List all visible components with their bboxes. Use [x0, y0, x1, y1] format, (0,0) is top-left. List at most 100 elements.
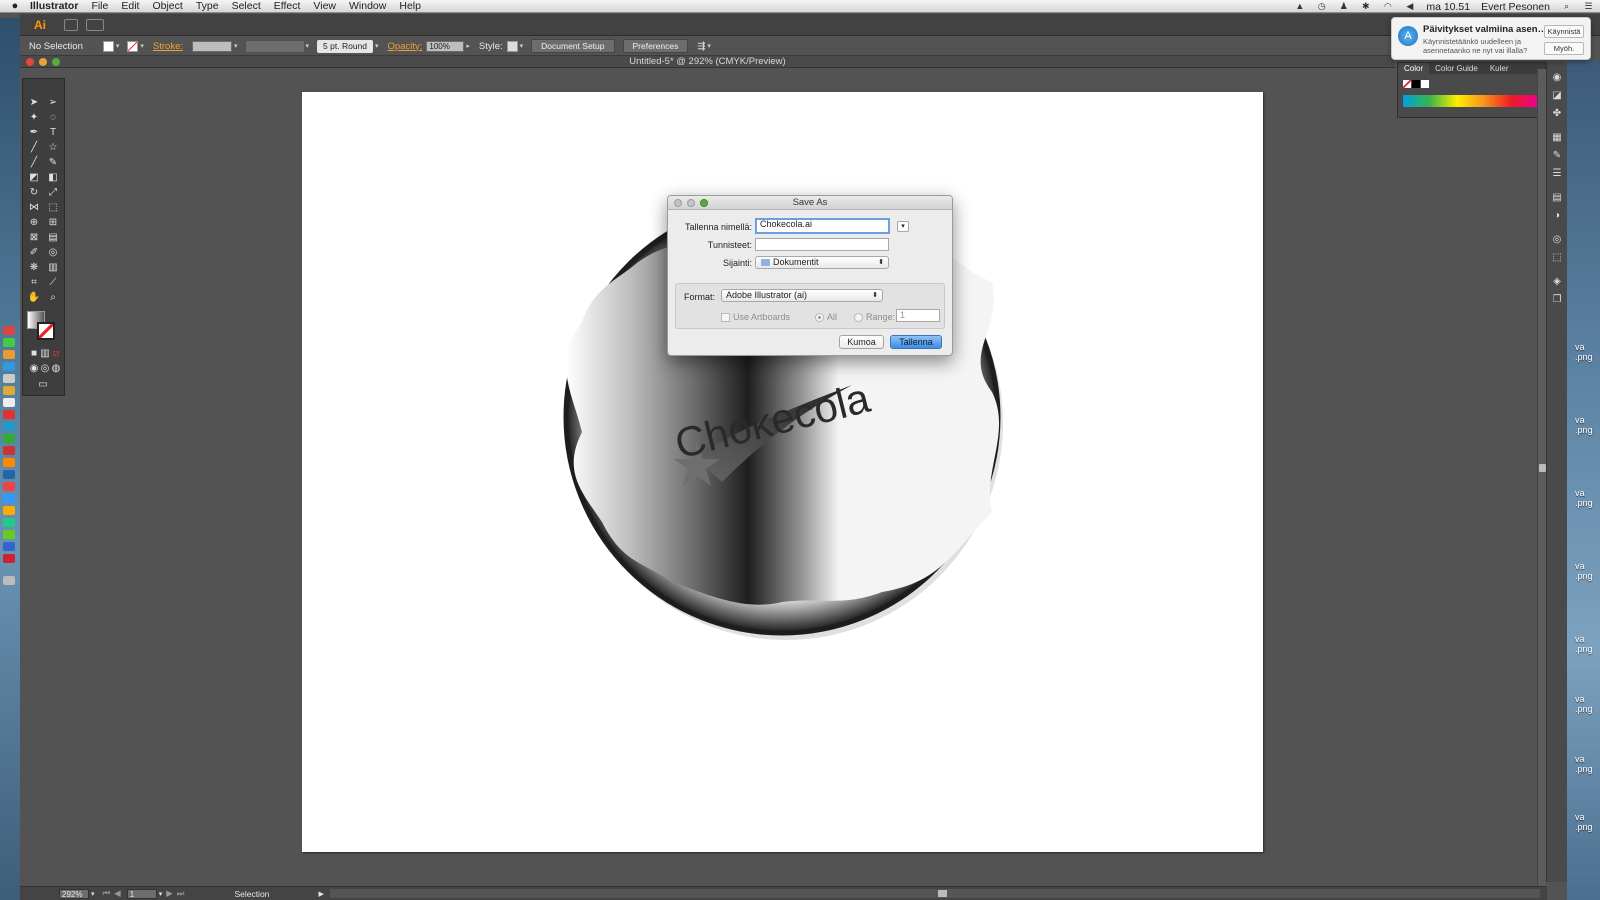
gradient-panel-icon[interactable]: ▤: [1551, 192, 1563, 203]
pen-tool-icon[interactable]: ✒: [27, 126, 41, 139]
dialog-zoom-icon[interactable]: [700, 199, 708, 207]
time-machine-icon[interactable]: ◷: [1316, 2, 1327, 11]
transform-panel-icon[interactable]: ⬚: [1551, 252, 1563, 263]
shape-builder-tool-icon[interactable]: ⊕: [27, 216, 41, 229]
desktop-file[interactable]: va .png: [1575, 415, 1600, 435]
previous-artboard-icon[interactable]: ◀: [114, 888, 121, 899]
tags-input[interactable]: [755, 238, 889, 251]
screen-mode-icon[interactable]: ▭: [36, 378, 50, 391]
format-popup[interactable]: Adobe Illustrator (ai) ⬍: [721, 289, 883, 302]
dock-app-icon[interactable]: [3, 506, 15, 515]
zoom-dropdown-icon[interactable]: ▾: [91, 890, 95, 898]
save-button[interactable]: Tallenna: [890, 335, 942, 349]
fill-dropdown-icon[interactable]: ▾: [116, 42, 120, 50]
perspective-grid-tool-icon[interactable]: ⊞: [46, 216, 60, 229]
expand-dialog-button[interactable]: ▾: [897, 221, 909, 232]
preferences-button[interactable]: Preferences: [622, 39, 689, 53]
dock-app-icon[interactable]: [3, 446, 15, 455]
status-mode[interactable]: Selection: [234, 889, 314, 899]
opacity-dropdown-icon[interactable]: ▸: [466, 42, 470, 50]
stroke-weight-field[interactable]: [192, 40, 233, 52]
menu-select[interactable]: Select: [232, 0, 261, 12]
desktop-file[interactable]: va .png: [1575, 812, 1600, 832]
pencil-tool-icon[interactable]: ✎: [46, 156, 60, 169]
notification-center-icon[interactable]: ☰: [1583, 2, 1594, 11]
tab-kuler[interactable]: Kuler: [1484, 63, 1515, 74]
brushes-panel-icon[interactable]: ✎: [1551, 150, 1563, 161]
artboard-dropdown-icon[interactable]: ▾: [159, 890, 163, 898]
close-window-icon[interactable]: [26, 58, 34, 66]
paintbrush-tool-icon[interactable]: ╱: [27, 156, 41, 169]
artboards-panel-icon[interactable]: ❐: [1551, 294, 1563, 305]
variable-width-profile[interactable]: [245, 40, 304, 52]
layers-panel-icon[interactable]: ◈: [1551, 276, 1563, 287]
bridge-button[interactable]: [64, 18, 78, 31]
dock-app-icon[interactable]: [3, 422, 15, 431]
desktop-file[interactable]: va .png: [1575, 634, 1600, 654]
menu-effect[interactable]: Effect: [274, 0, 301, 12]
dock-app-icon[interactable]: [3, 470, 15, 479]
dock-app-icon[interactable]: [3, 434, 15, 443]
desktop-file[interactable]: va .png: [1575, 342, 1600, 362]
none-swatch[interactable]: [1403, 80, 1411, 88]
symbols-panel-icon[interactable]: ✤: [1551, 108, 1563, 119]
hand-tool-icon[interactable]: ✋: [27, 291, 41, 304]
graphic-style-swatch[interactable]: [506, 40, 518, 52]
spotlight-search-icon[interactable]: ⌕: [1561, 2, 1572, 11]
stroke-weight-dropdown-icon[interactable]: ▾: [234, 42, 238, 50]
restart-button[interactable]: Käynnistä: [1544, 25, 1584, 38]
volume-icon[interactable]: ◀: [1404, 2, 1415, 11]
star-tool-icon[interactable]: ☆: [46, 141, 60, 154]
control-menu-icon[interactable]: ▾: [707, 42, 711, 50]
selection-tool-icon[interactable]: ➤: [27, 96, 41, 109]
vertical-scroll-thumb[interactable]: [1539, 464, 1546, 472]
dock-app-icon[interactable]: [3, 326, 15, 335]
dock-app-icon[interactable]: [3, 398, 15, 407]
graphic-styles-panel-icon[interactable]: ◪: [1551, 90, 1563, 101]
fill-swatch[interactable]: [102, 40, 114, 52]
location-popup[interactable]: Dokumentit ⬍: [755, 256, 889, 269]
stroke-swatch[interactable]: [127, 40, 139, 52]
save-name-input[interactable]: Chokecola.ai: [755, 218, 890, 234]
dock-app-icon[interactable]: [3, 350, 15, 359]
stroke-dropdown-icon[interactable]: ▾: [140, 42, 144, 50]
gradient-tool-icon[interactable]: ▤: [46, 231, 60, 244]
bluetooth-icon[interactable]: ✱: [1360, 2, 1371, 11]
none-mode-icon[interactable]: ⧄: [49, 347, 63, 360]
dialog-minimize-icon[interactable]: [687, 199, 695, 207]
draw-inside-icon[interactable]: ◍: [49, 362, 63, 375]
direct-selection-tool-icon[interactable]: ➢: [46, 96, 60, 109]
desktop-file[interactable]: va .png: [1575, 694, 1600, 714]
eraser-tool-icon[interactable]: ◧: [46, 171, 60, 184]
type-tool-icon[interactable]: T: [46, 126, 60, 139]
next-artboard-icon[interactable]: ▶: [166, 888, 173, 899]
opacity-label[interactable]: Opacity:: [388, 41, 423, 52]
rotate-tool-icon[interactable]: ↻: [27, 186, 41, 199]
line-tool-icon[interactable]: ╱: [27, 141, 41, 154]
mesh-tool-icon[interactable]: ⊠: [27, 231, 41, 244]
column-graph-tool-icon[interactable]: ▥: [46, 261, 60, 274]
artboard-tool-icon[interactable]: ⌗: [27, 276, 41, 289]
profile-dropdown-icon[interactable]: ▾: [306, 42, 310, 50]
brush-definition[interactable]: 5 pt. Round: [317, 39, 373, 53]
swatches-panel-icon[interactable]: ▦: [1551, 132, 1563, 143]
zoom-field[interactable]: 292%: [59, 888, 89, 899]
status-menu-icon[interactable]: ▶: [318, 890, 323, 898]
stroke-label[interactable]: Stroke:: [153, 41, 183, 52]
free-transform-tool-icon[interactable]: ⬚: [46, 201, 60, 214]
dock-app-icon[interactable]: [3, 410, 15, 419]
menu-type[interactable]: Type: [196, 0, 219, 12]
menu-file[interactable]: File: [91, 0, 108, 12]
wifi-icon[interactable]: ◠: [1382, 2, 1393, 11]
scale-tool-icon[interactable]: ⤢: [46, 186, 60, 199]
desktop-file[interactable]: va .png: [1575, 561, 1600, 581]
dock-app-icon[interactable]: [3, 494, 15, 503]
menu-edit[interactable]: Edit: [121, 0, 139, 12]
arrange-documents-button[interactable]: [86, 18, 104, 31]
notification-status-icon[interactable]: ▲: [1294, 2, 1305, 11]
cancel-button[interactable]: Kumoa: [839, 335, 884, 349]
opacity-field[interactable]: 100%: [426, 40, 465, 52]
dock-app-icon[interactable]: [3, 362, 15, 371]
menu-help[interactable]: Help: [399, 0, 421, 12]
blend-tool-icon[interactable]: ◎: [46, 246, 60, 259]
